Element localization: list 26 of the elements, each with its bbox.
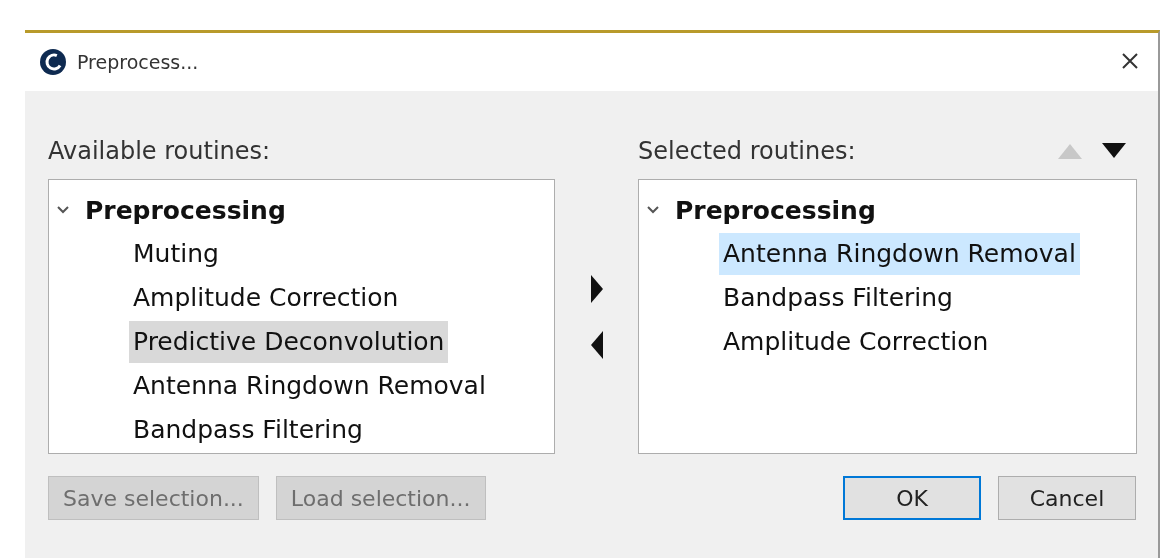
dialog-button[interactable]: OK <box>843 476 981 520</box>
tree-item[interactable]: Bandpass Filtering <box>129 409 367 451</box>
app-logo-icon <box>39 48 67 76</box>
triangle-right-icon <box>589 274 604 304</box>
tree-item[interactable]: Muting <box>129 233 223 275</box>
triangle-left-icon <box>589 330 604 360</box>
tree-item[interactable]: Antenna Ringdown Removal <box>129 365 490 407</box>
tree-item[interactable]: Amplitude Correction <box>129 277 403 319</box>
chevron-down-icon[interactable] <box>55 204 71 216</box>
list-label: Available routines: <box>48 136 271 167</box>
dialog-button[interactable]: Cancel <box>998 476 1136 520</box>
remove-button[interactable] <box>589 330 604 360</box>
list-label: Selected routines: <box>638 136 856 167</box>
tree-item[interactable]: Antenna Ringdown Removal <box>719 233 1080 275</box>
tree-item[interactable]: Amplitude Correction <box>719 321 993 363</box>
triangle-down-icon <box>1101 142 1127 160</box>
add-button[interactable] <box>589 274 604 304</box>
window-title: Preprocess... <box>77 51 200 73</box>
tree-group[interactable]: Preprocessing <box>675 195 876 225</box>
close-icon <box>1120 50 1140 71</box>
triangle-up-icon <box>1057 142 1083 160</box>
tree-item[interactable]: Bandpass Filtering <box>719 277 957 319</box>
move-down-button[interactable] <box>1101 142 1127 160</box>
tree-item[interactable]: Predictive Deconvolution <box>129 321 449 363</box>
tree-group[interactable]: Preprocessing <box>85 195 286 225</box>
chevron-down-icon[interactable] <box>645 204 661 216</box>
